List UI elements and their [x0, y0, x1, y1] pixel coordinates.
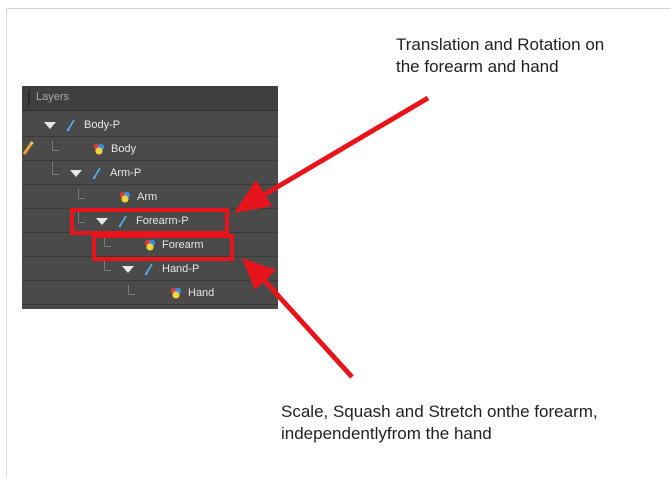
arrow-top [234, 95, 430, 213]
arrow-bottom [242, 258, 354, 379]
caption-bottom-line-1: Scale, Squash and Stretch onthe forearm, [281, 402, 598, 421]
caption-bottom-line-2: independentlyfrom the hand [281, 424, 492, 443]
caption-scale-squash-stretch: Scale, Squash and Stretch onthe forearm,… [281, 401, 598, 445]
